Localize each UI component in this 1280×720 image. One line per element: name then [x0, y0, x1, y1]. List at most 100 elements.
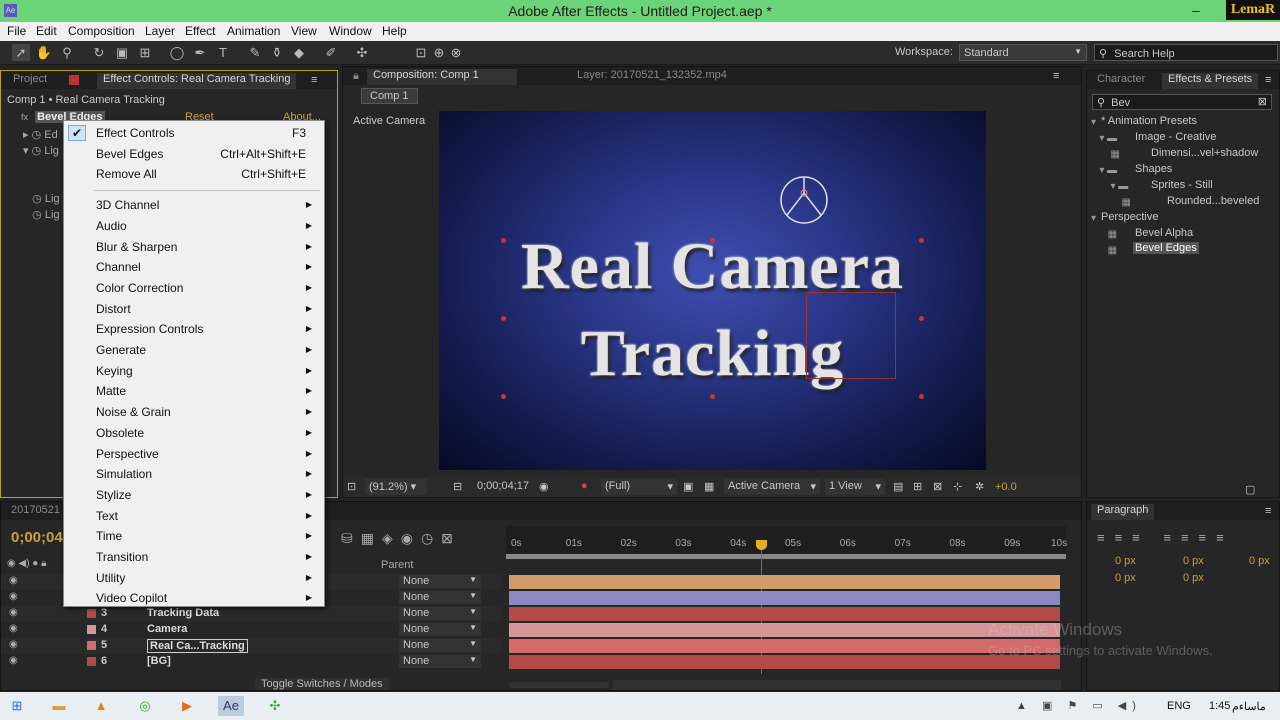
submenu-item[interactable]: 3D Channel ▶	[96, 195, 316, 215]
handle[interactable]	[501, 394, 506, 399]
language-indicator[interactable]: ENG	[1167, 700, 1191, 712]
layer-color-label[interactable]	[87, 609, 96, 618]
view-axis-icon[interactable]: ⊗	[447, 44, 465, 61]
submenu-item[interactable]: Audio ▶	[96, 216, 316, 236]
layer-row[interactable]: ◉ 5 Real Ca...Tracking None ▼	[1, 638, 501, 654]
layer-color-label[interactable]	[87, 657, 96, 666]
visibility-eye-icon[interactable]: ◉	[9, 639, 18, 650]
brush-tool-icon[interactable]: ✎	[246, 44, 264, 61]
tree-item[interactable]: Dimensi...vel+shadow	[1151, 147, 1258, 159]
tab-timeline-comp[interactable]: 20170521	[11, 504, 60, 520]
tree-item[interactable]: Rounded...beveled	[1167, 195, 1259, 207]
tab-effects-presets[interactable]: Effects & Presets	[1162, 73, 1259, 89]
layer-name[interactable]: Real Ca...Tracking	[147, 639, 248, 653]
submenu-item[interactable]: Keying ▶	[96, 361, 316, 381]
handle[interactable]	[919, 238, 924, 243]
first-line-field[interactable]: 0 px	[1249, 555, 1270, 567]
start-icon[interactable]: ⊞	[4, 696, 30, 716]
layer-row[interactable]: ◉ 3 Tracking Data None ▼	[1, 606, 501, 622]
new-folder-icon[interactable]: ▢	[1245, 483, 1255, 496]
indent-right-field[interactable]: 0 px	[1183, 555, 1204, 567]
tab-paragraph[interactable]: Paragraph	[1091, 504, 1155, 520]
layer-row[interactable]: ◉ 4 Camera None ▼	[1, 622, 501, 638]
layer-row[interactable]: ◉ 6 [BG] None ▼	[1, 654, 501, 670]
timeline-icon[interactable]: ⊠	[933, 480, 942, 493]
tree-item-selected[interactable]: Bevel Edges	[1133, 242, 1199, 254]
submenu-item[interactable]: Noise & Grain ▶	[96, 402, 316, 422]
close-icon[interactable]	[69, 75, 79, 85]
submenu-item[interactable]: Transition ▶	[96, 547, 316, 567]
camera-select[interactable]: Active Camera ▾	[724, 479, 820, 495]
layer-duration-bar[interactable]	[509, 607, 1060, 621]
rotate-tool-icon[interactable]: ↻	[90, 44, 108, 61]
menu-animation[interactable]: Animation	[227, 24, 280, 38]
clone-tool-icon[interactable]: ⚱	[268, 44, 286, 61]
panel-menu-icon[interactable]: ≡	[1265, 505, 1271, 517]
lock-icon[interactable]: 🔒︎	[353, 70, 359, 83]
panel-menu-icon[interactable]: ≡	[1265, 74, 1271, 86]
layer-duration-bar[interactable]	[509, 591, 1060, 605]
tab-character[interactable]: Character	[1097, 73, 1145, 89]
camera-tool-icon[interactable]: ▣	[113, 44, 131, 61]
selection-tool-icon[interactable]: ➚	[12, 44, 30, 61]
snapshot-icon[interactable]: ◉	[539, 480, 549, 493]
tree-item[interactable]: Image - Creative	[1135, 131, 1216, 143]
layer-color-label[interactable]	[87, 625, 96, 634]
submenu-item[interactable]: Time ▶	[96, 526, 316, 546]
resolution-select[interactable]: (Full) ▾	[601, 479, 677, 495]
hand-tool-icon[interactable]: ✋	[35, 44, 53, 61]
visibility-eye-icon[interactable]: ◉	[9, 575, 18, 586]
menu-effect[interactable]: Effect	[185, 24, 215, 38]
align-buttons[interactable]: ≡≡≡ ≡≡≡≡	[1097, 530, 1234, 545]
search-help-field[interactable]: ⚲ Search Help	[1094, 44, 1278, 61]
roto-brush-tool-icon[interactable]: ✐	[322, 44, 340, 61]
timecode-display[interactable]: 0;00;04;17	[477, 480, 529, 492]
safe-zones-icon[interactable]: ⊟	[453, 480, 462, 493]
submenu-item[interactable]: Simulation ▶	[96, 464, 316, 484]
submenu-item[interactable]: Blur & Sharpen ▶	[96, 237, 316, 257]
submenu-item[interactable]: Matte ▶	[96, 381, 316, 401]
space-after-field[interactable]: 0 px	[1183, 572, 1204, 584]
submenu-item[interactable]: Text ▶	[96, 506, 316, 526]
layer-color-label[interactable]	[87, 641, 96, 650]
pan-behind-tool-icon[interactable]: ⊞	[136, 44, 154, 61]
space-before-field[interactable]: 0 px	[1115, 572, 1136, 584]
clock-time[interactable]: 1:45	[1209, 700, 1230, 712]
visibility-eye-icon[interactable]: ◉	[9, 623, 18, 634]
comp-button[interactable]: Comp 1	[361, 88, 418, 104]
menu-item[interactable]: Remove All Ctrl+Shift+E	[96, 164, 316, 184]
visibility-eye-icon[interactable]: ◉	[9, 655, 18, 666]
always-preview-icon[interactable]: ⊡	[347, 480, 356, 493]
zoom-select[interactable]: (91.2%) ▾	[365, 479, 427, 495]
camera-target-icon[interactable]	[779, 175, 829, 225]
handle[interactable]	[710, 394, 715, 399]
parent-select[interactable]: None ▼	[399, 639, 481, 652]
tree-item[interactable]: Shapes	[1135, 163, 1172, 175]
submenu-item[interactable]: Channel ▶	[96, 257, 316, 277]
composition-viewer[interactable]: Real Camera Tracking	[439, 111, 986, 470]
handle[interactable]	[710, 238, 715, 243]
clear-search-icon[interactable]: ⊠	[1258, 95, 1267, 108]
submenu-item[interactable]: Color Correction ▶	[96, 278, 316, 298]
menu-edit[interactable]: Edit	[36, 24, 57, 38]
layer-duration-bar[interactable]	[509, 575, 1060, 589]
menu-item[interactable]: Bevel Edges Ctrl+Alt+Shift+E	[96, 144, 316, 164]
effects-search-input[interactable]: ⚲ Bev ⊠	[1092, 94, 1272, 110]
file-explorer-icon[interactable]: ▬	[46, 696, 72, 716]
parent-select[interactable]: None ▼	[399, 607, 481, 620]
eraser-tool-icon[interactable]: ◆	[290, 44, 308, 61]
minimize-button[interactable]: –	[1192, 2, 1200, 18]
transparency-grid-icon[interactable]: ▦	[704, 480, 714, 493]
panel-menu-icon[interactable]: ≡	[311, 74, 317, 86]
parent-select[interactable]: None ▼	[399, 655, 481, 668]
zoom-slider[interactable]	[509, 682, 609, 688]
submenu-item[interactable]: Video Copilot ▶	[96, 588, 316, 608]
submenu-item[interactable]: Utility ▶	[96, 568, 316, 588]
local-axis-icon[interactable]: ⊡	[412, 44, 430, 61]
tree-item[interactable]: Bevel Alpha	[1135, 227, 1193, 239]
visibility-eye-icon[interactable]: ◉	[9, 607, 18, 618]
submenu-item[interactable]: Expression Controls ▶	[96, 319, 316, 339]
handle[interactable]	[919, 316, 924, 321]
reset-exposure-icon[interactable]: ✲	[975, 480, 984, 493]
region-icon[interactable]: ▣	[683, 480, 693, 493]
